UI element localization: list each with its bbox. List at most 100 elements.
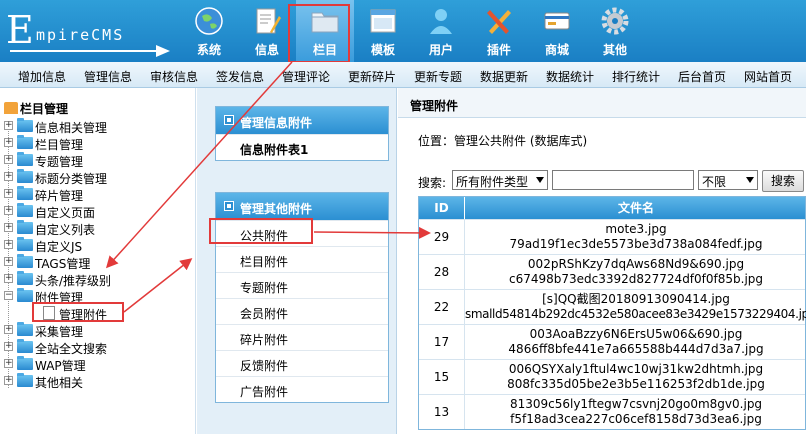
table-row: 22 [s]QQ截图20180913090414.jpg smalld54814b… xyxy=(419,289,806,324)
folder-icon xyxy=(17,237,33,251)
subnav-data-update[interactable]: 数据更新 xyxy=(480,68,528,85)
collapse-icon[interactable]: − xyxy=(4,291,13,300)
menu-topic-attachment[interactable]: 专题附件 xyxy=(216,272,388,298)
tree-node-label: TAGS管理 xyxy=(35,257,91,271)
tools-icon xyxy=(487,10,511,34)
expand-icon[interactable]: + xyxy=(4,240,13,249)
square-icon xyxy=(224,201,234,211)
nav-system[interactable]: 系统 xyxy=(180,0,238,62)
file-name-link[interactable]: 81309c56ly1ftegw7csvnj20go0m8gv0.jpg xyxy=(510,397,762,411)
column-tree: 栏目管理 + 信息相关管理 + 栏目管理 + 专题管理 + 标题分类管理 + 碎片管理 +… xyxy=(0,88,196,434)
tree-node-label: 自定义JS xyxy=(35,240,83,254)
nav-user[interactable]: 用户 xyxy=(412,0,470,62)
box-header: 管理其他附件 xyxy=(216,193,388,220)
logo-initial: E xyxy=(6,8,34,52)
expand-icon[interactable]: + xyxy=(4,155,13,164)
expand-icon[interactable]: + xyxy=(4,342,13,351)
limit-select[interactable]: 不限 xyxy=(698,170,758,190)
empirecms-logo: E mpireCMS xyxy=(6,8,176,57)
subnav-update-topics[interactable]: 更新专题 xyxy=(414,68,462,85)
chevron-down-icon xyxy=(536,177,544,183)
tree-node-label: 专题管理 xyxy=(35,155,84,169)
menu-column-attachment[interactable]: 栏目附件 xyxy=(216,246,388,272)
subnav-site-home[interactable]: 网站首页 xyxy=(744,68,792,85)
tree-title-text: 栏目管理 xyxy=(20,102,69,116)
attachment-table: ID 文件名 29 mote3.jpg 79ad19f1ec3de5573be3d… xyxy=(418,196,806,430)
expand-icon[interactable]: + xyxy=(4,172,13,181)
menu-fragment-attachment[interactable]: 碎片附件 xyxy=(216,324,388,350)
subnav-update-fragments[interactable]: 更新碎片 xyxy=(348,68,396,85)
file-path-link[interactable]: f5f18ad3cea227c06cef8158d73d3ea6.jpg xyxy=(510,412,762,426)
folder-icon xyxy=(17,373,33,387)
nav-shop[interactable]: 商城 xyxy=(528,0,586,62)
expand-icon[interactable]: + xyxy=(4,138,13,147)
file-name-link[interactable]: 003AoaBzzy6N6ErsU5w06&690.jpg xyxy=(530,327,743,341)
tree-node-label: 碎片管理 xyxy=(35,189,84,203)
subnav-admin-home[interactable]: 后台首页 xyxy=(678,68,726,85)
annotation-highlight-box xyxy=(288,4,350,63)
folder-icon xyxy=(17,254,33,268)
expand-icon[interactable]: + xyxy=(4,325,13,334)
attachment-type-select[interactable]: 所有附件类型 xyxy=(452,170,548,190)
column-header-filename: 文件名 xyxy=(617,201,654,215)
table-header: ID 文件名 xyxy=(419,197,805,219)
logo-text: mpireCMS xyxy=(36,26,125,44)
search-input[interactable] xyxy=(552,170,694,190)
nav-label: 系统 xyxy=(196,43,221,57)
search-button[interactable]: 搜索 xyxy=(762,170,804,192)
file-path-link[interactable]: c67498b73edc3392d827724df0f0f85b.jpg xyxy=(509,272,763,286)
logo-arrow-icon xyxy=(156,45,170,57)
box-title: 管理信息附件 xyxy=(240,116,313,130)
file-name-link[interactable]: [s]QQ截图20180913090414.jpg xyxy=(542,292,730,306)
file-path-link[interactable]: 79ad19f1ec3de5573be3d738a084fedf.jpg xyxy=(510,237,763,251)
file-name-link[interactable]: mote3.jpg xyxy=(605,222,666,236)
subnav-add-info[interactable]: 增加信息 xyxy=(18,68,66,85)
nav-plugin[interactable]: 插件 xyxy=(470,0,528,62)
logo-arrow-line xyxy=(10,50,160,52)
expand-icon[interactable]: + xyxy=(4,189,13,198)
file-name-link[interactable]: 002pRShKzy7dqAws68Nd9&690.jpg xyxy=(528,257,744,271)
menu-ad-attachment[interactable]: 广告附件 xyxy=(216,376,388,402)
menu-info-attachment-table-1[interactable]: 信息附件表1 xyxy=(216,134,388,160)
expand-icon[interactable]: + xyxy=(4,223,13,232)
folder-open-icon xyxy=(17,288,33,302)
tree-node-label: 栏目管理 xyxy=(35,138,84,152)
folder-icon xyxy=(17,135,33,149)
expand-icon[interactable]: + xyxy=(4,206,13,215)
row-id: 22 xyxy=(419,290,465,324)
nav-label: 插件 xyxy=(486,43,511,57)
expand-icon[interactable]: + xyxy=(4,359,13,368)
select-value: 不限 xyxy=(702,175,727,189)
subnav-manage-info[interactable]: 管理信息 xyxy=(84,68,132,85)
subnav-manage-comments[interactable]: 管理评论 xyxy=(282,68,330,85)
tree-node-label: 头条/推荐级别 xyxy=(35,274,112,288)
expand-icon[interactable]: + xyxy=(4,257,13,266)
menu-feedback-attachment[interactable]: 反馈附件 xyxy=(216,350,388,376)
nav-label: 用户 xyxy=(428,43,453,57)
menu-item-label: 碎片附件 xyxy=(240,333,289,347)
row-id: 17 xyxy=(419,325,465,359)
top-header: E mpireCMS 系统 信息 栏目 模板 用户 插件 商城 其他 xyxy=(0,0,806,63)
expand-icon[interactable]: + xyxy=(4,274,13,283)
file-name-link[interactable]: 006QSYXaly1ftul4wc10wj31kw2dhtmh.jpg xyxy=(509,362,763,376)
user-icon xyxy=(430,9,452,34)
folder-icon xyxy=(17,220,33,234)
nav-other[interactable]: 其他 xyxy=(586,0,644,62)
subnav-data-stats[interactable]: 数据统计 xyxy=(546,68,594,85)
home-icon xyxy=(4,102,18,114)
file-path-link[interactable]: 4866ff8bfe441e7a665588b444d7d3a7.jpg xyxy=(508,342,763,356)
search-label: 搜索: xyxy=(418,176,447,190)
nav-template[interactable]: 模板 xyxy=(354,0,412,62)
subnav-review-info[interactable]: 审核信息 xyxy=(150,68,198,85)
menu-member-attachment[interactable]: 会员附件 xyxy=(216,298,388,324)
column-header-id: ID xyxy=(419,197,465,219)
subnav-ranking-stats[interactable]: 排行统计 xyxy=(612,68,660,85)
box-title: 管理其他附件 xyxy=(240,202,313,216)
file-path-link[interactable]: smalld54814b292dc4532e580acee83e3429e157… xyxy=(465,307,806,321)
expand-icon[interactable]: + xyxy=(4,376,13,385)
folder-icon xyxy=(17,152,33,166)
expand-icon[interactable]: + xyxy=(4,121,13,130)
subnav-sign-info[interactable]: 签发信息 xyxy=(216,68,264,85)
window-icon xyxy=(370,9,396,33)
file-path-link[interactable]: 808fc335d05be2e3b5e116253f2db1de.jpg xyxy=(507,377,765,391)
